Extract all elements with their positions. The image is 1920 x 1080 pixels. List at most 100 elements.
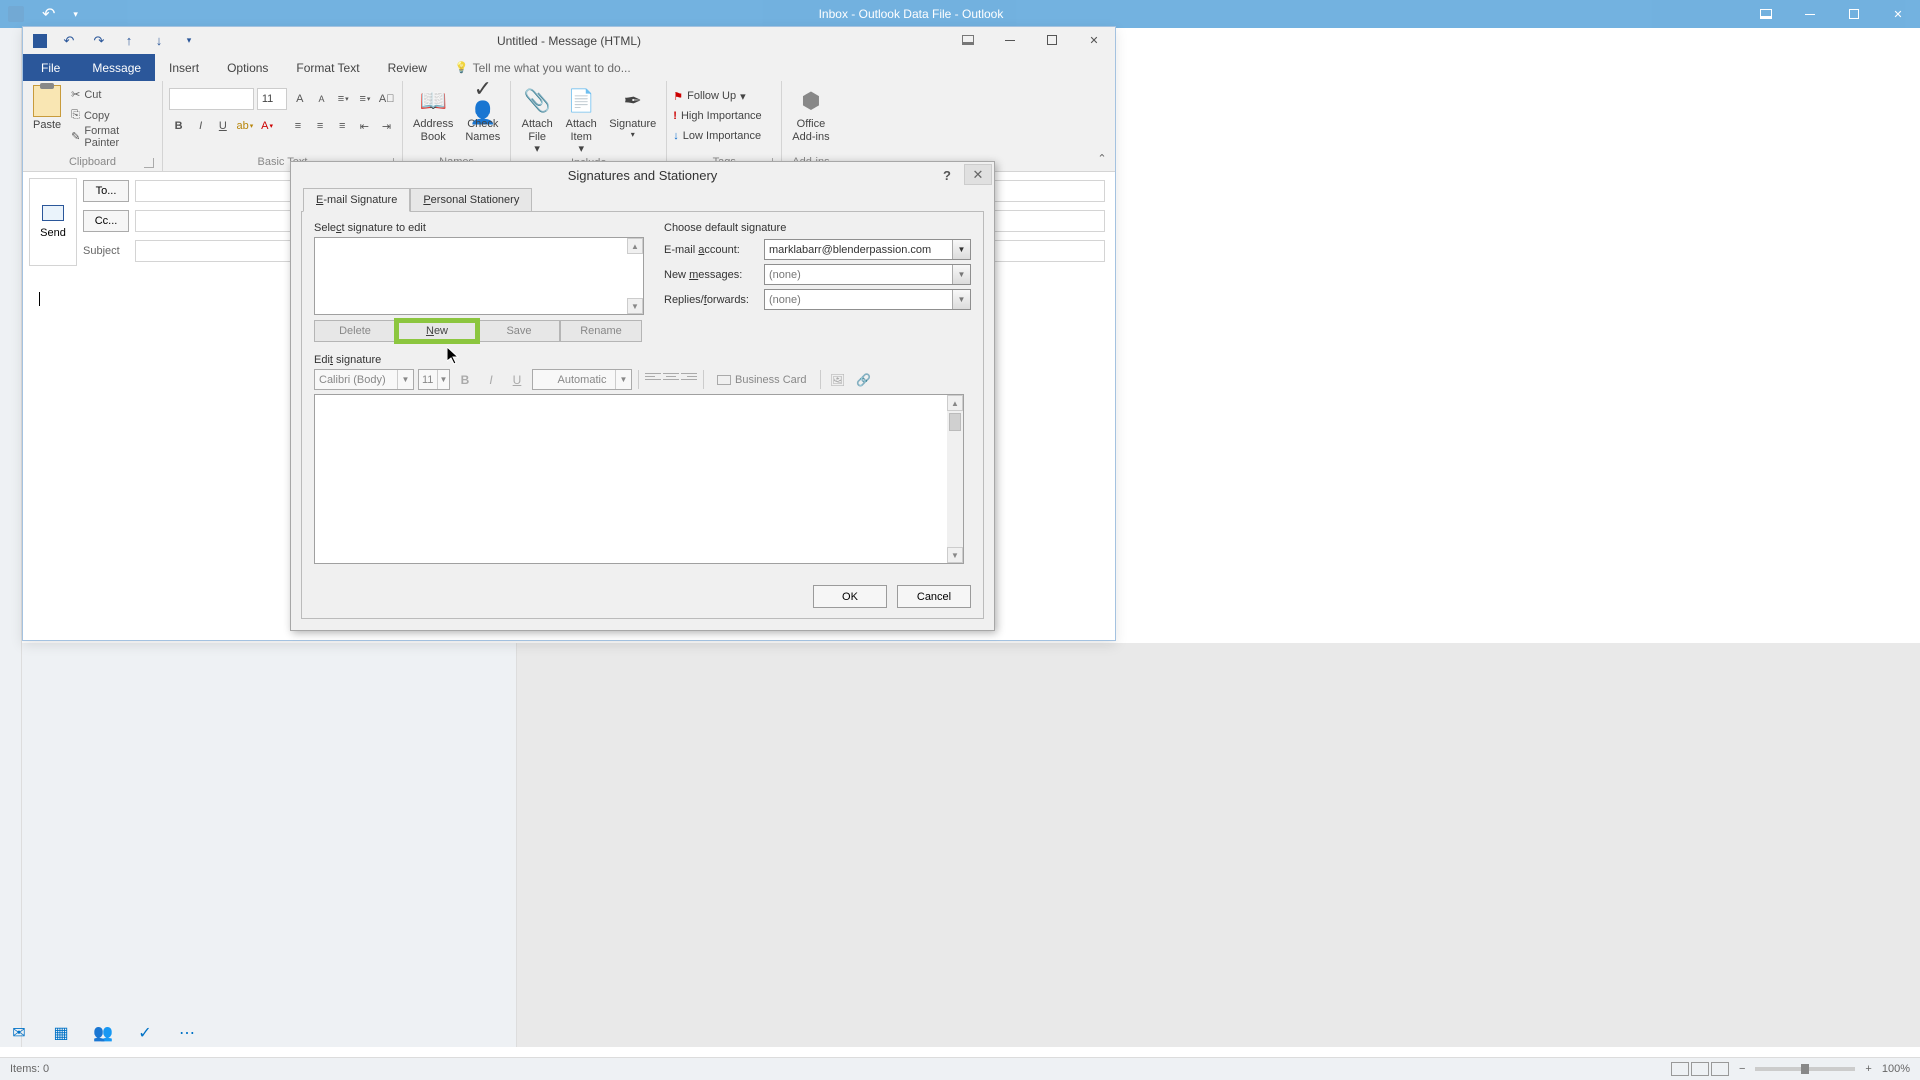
check-names-button[interactable]: ✓👤CheckNames xyxy=(461,85,504,143)
ribbon-display-icon[interactable] xyxy=(947,27,989,53)
close-button[interactable] xyxy=(1073,27,1115,53)
close-button[interactable] xyxy=(1876,0,1920,28)
sig-underline-button[interactable]: U xyxy=(506,369,528,390)
zoom-in[interactable]: + xyxy=(1865,1063,1871,1075)
redo-icon[interactable]: ↷ xyxy=(91,33,107,49)
sig-font-combo[interactable]: Calibri (Body)▼ xyxy=(314,369,414,390)
ribbon-tabs: File Message Insert Options Format Text … xyxy=(23,54,1115,81)
status-bar: Items: 0 − + 100% xyxy=(0,1057,1920,1080)
zoom-slider[interactable] xyxy=(1755,1067,1855,1071)
tab-message[interactable]: Message xyxy=(78,54,155,81)
low-importance-button[interactable]: ↓Low Importance xyxy=(673,127,775,145)
shrink-font-icon[interactable]: A xyxy=(312,89,331,109)
cut-button[interactable]: ✂Cut xyxy=(71,85,156,104)
collapse-ribbon-icon[interactable]: ⌃ xyxy=(1093,149,1111,167)
high-importance-button[interactable]: !High Importance xyxy=(673,107,775,125)
bold-button[interactable]: B xyxy=(169,116,188,136)
format-painter-button[interactable]: ✎Format Painter xyxy=(71,127,156,146)
minimize-button[interactable] xyxy=(989,27,1031,53)
scroll-up-icon[interactable]: ▲ xyxy=(947,395,963,411)
increase-indent-button[interactable]: ⇥ xyxy=(377,116,396,136)
sig-hyperlink-button[interactable]: 🔗 xyxy=(853,369,875,390)
sig-align-center-button[interactable] xyxy=(663,373,679,387)
sig-picture-button[interactable]: 🖼 xyxy=(827,369,849,390)
email-account-combo[interactable]: marklabarr@blenderpassion.com▼ xyxy=(764,239,971,260)
font-family-combo[interactable] xyxy=(169,88,254,110)
undo-icon[interactable]: ↶ xyxy=(42,4,55,24)
tab-options[interactable]: Options xyxy=(213,54,282,81)
ribbon-display-icon[interactable] xyxy=(1744,0,1788,28)
sig-italic-button[interactable]: I xyxy=(480,369,502,390)
calendar-nav-icon[interactable]: ▦ xyxy=(50,1022,72,1044)
signature-button[interactable]: ✒Signature▾ xyxy=(605,85,660,140)
paste-button[interactable]: Paste xyxy=(29,85,65,131)
maximize-button[interactable] xyxy=(1832,0,1876,28)
send-button[interactable]: Send xyxy=(29,178,77,266)
cc-button[interactable]: Cc... xyxy=(83,210,129,232)
tab-file[interactable]: File xyxy=(23,54,78,81)
office-addins-button[interactable]: ⬢OfficeAdd-ins xyxy=(788,85,833,143)
decrease-indent-button[interactable]: ⇤ xyxy=(355,116,374,136)
tab-format-text[interactable]: Format Text xyxy=(282,54,373,81)
people-nav-icon[interactable]: 👥 xyxy=(92,1022,114,1044)
qat-customize-icon[interactable]: ▾ xyxy=(181,33,197,49)
tab-personal-stationery[interactable]: Personal Stationery xyxy=(410,188,532,211)
next-icon[interactable]: ↓ xyxy=(151,33,167,49)
sig-align-left-button[interactable] xyxy=(645,373,661,387)
maximize-button[interactable] xyxy=(1031,27,1073,53)
more-nav-icon[interactable]: ⋯ xyxy=(176,1022,198,1044)
underline-button[interactable]: U xyxy=(213,116,232,136)
ok-button[interactable]: OK xyxy=(813,585,887,608)
rename-button[interactable]: Rename xyxy=(560,320,642,342)
save-button[interactable]: Save xyxy=(478,320,560,342)
to-button[interactable]: To... xyxy=(83,180,129,202)
signature-list[interactable]: ▲ ▼ xyxy=(314,237,644,315)
sig-color-combo[interactable]: Automatic▼ xyxy=(532,369,632,390)
dialog-launcher-icon[interactable] xyxy=(144,158,154,168)
grow-font-icon[interactable]: A xyxy=(290,89,309,109)
signatures-dialog: Signatures and Stationery ? ✕ E-mail Sig… xyxy=(290,161,995,631)
copy-button[interactable]: ⎘Copy xyxy=(71,106,156,125)
align-right-button[interactable]: ≡ xyxy=(333,116,352,136)
highlight-button[interactable]: ab xyxy=(235,116,254,136)
mail-nav-icon[interactable]: ✉ xyxy=(8,1022,30,1044)
tab-email-signature[interactable]: E-mail Signature xyxy=(303,188,410,212)
sig-size-combo[interactable]: 11▼ xyxy=(418,369,450,390)
clear-format-button[interactable]: A⃠ xyxy=(377,89,396,109)
new-messages-combo[interactable]: (none)▼ xyxy=(764,264,971,285)
minimize-button[interactable] xyxy=(1788,0,1832,28)
sig-align-right-button[interactable] xyxy=(681,373,697,387)
prev-icon[interactable]: ↑ xyxy=(121,33,137,49)
undo-icon[interactable]: ↶ xyxy=(61,33,77,49)
font-color-button[interactable]: A xyxy=(258,116,277,136)
zoom-out[interactable]: − xyxy=(1739,1063,1745,1075)
new-button[interactable]: New xyxy=(396,320,478,342)
view-buttons[interactable] xyxy=(1671,1062,1729,1076)
address-book-button[interactable]: 📖AddressBook xyxy=(409,85,457,143)
bullet-list-button[interactable]: ≡ xyxy=(334,89,353,109)
dialog-close-button[interactable]: ✕ xyxy=(964,164,992,185)
help-button[interactable]: ? xyxy=(934,165,960,185)
attach-file-button[interactable]: 📎AttachFile ▾ xyxy=(517,85,557,155)
attach-item-button[interactable]: 📄AttachItem ▾ xyxy=(561,85,601,155)
italic-button[interactable]: I xyxy=(191,116,210,136)
number-list-button[interactable]: ≡ xyxy=(356,89,375,109)
align-left-button[interactable]: ≡ xyxy=(288,116,307,136)
cancel-button[interactable]: Cancel xyxy=(897,585,971,608)
sig-bold-button[interactable]: B xyxy=(454,369,476,390)
tab-review[interactable]: Review xyxy=(374,54,441,81)
signature-editor[interactable]: ▲ ▼ xyxy=(314,394,964,564)
tasks-nav-icon[interactable]: ✓ xyxy=(134,1022,156,1044)
delete-button[interactable]: Delete xyxy=(314,320,396,342)
save-icon[interactable] xyxy=(33,34,47,48)
scrollbar-thumb[interactable] xyxy=(949,413,961,431)
sig-business-card-button[interactable]: Business Card xyxy=(710,369,814,390)
align-center-button[interactable]: ≡ xyxy=(310,116,329,136)
tab-insert[interactable]: Insert xyxy=(155,54,213,81)
scroll-up-icon[interactable]: ▲ xyxy=(627,238,643,254)
follow-up-button[interactable]: ⚑Follow Up ▾ xyxy=(673,87,775,105)
replies-forwards-combo[interactable]: (none)▼ xyxy=(764,289,971,310)
scroll-down-icon[interactable]: ▼ xyxy=(627,298,643,314)
scroll-down-icon[interactable]: ▼ xyxy=(947,547,963,563)
font-size-combo[interactable]: 11 xyxy=(257,88,288,110)
